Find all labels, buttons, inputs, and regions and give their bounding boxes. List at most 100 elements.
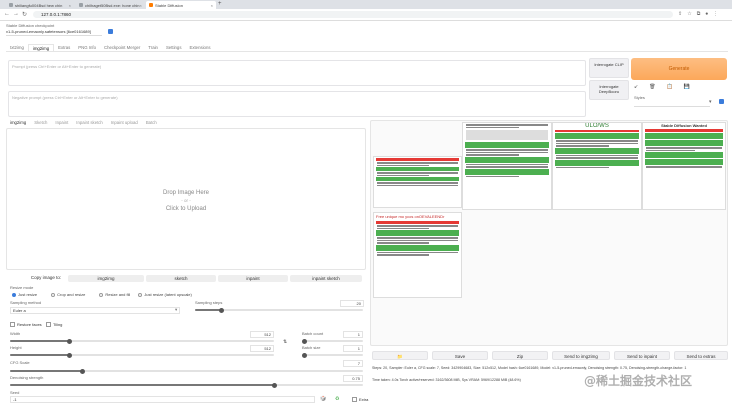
swap-dimensions-icon[interactable]: ⇅	[283, 339, 287, 345]
resize-option[interactable]: Resize and fill	[99, 292, 130, 297]
denoise-slider[interactable]	[10, 382, 363, 388]
gallery-thumbnail[interactable]: Stable Diffusion Wanted	[642, 122, 726, 210]
extensions-icon[interactable]: ⧉	[697, 11, 701, 17]
resize-option[interactable]: Just resize	[12, 292, 37, 297]
gallery-thumbnail[interactable]	[373, 156, 462, 208]
zip-button[interactable]: Zip	[492, 351, 548, 360]
sampling-method-select[interactable]: Euler a	[10, 307, 180, 314]
gallery-thumbnail[interactable]: ULO/WS	[552, 122, 642, 210]
batch-count-input[interactable]: 1	[343, 331, 363, 338]
trash-icon[interactable]: 🗑	[649, 84, 655, 90]
tab-png-info[interactable]: PNG Info	[74, 44, 100, 51]
send-to-inpaint-button[interactable]: Send to inpaint	[614, 351, 670, 360]
extra-checkbox[interactable]: Extra	[352, 397, 368, 402]
slider-knob[interactable]	[67, 352, 72, 358]
thumb-bar	[645, 133, 723, 139]
height-slider[interactable]	[10, 352, 274, 358]
tab-txt2img[interactable]: txt2img	[6, 44, 28, 51]
slider-knob[interactable]	[272, 382, 277, 388]
new-tab-button[interactable]: +	[218, 1, 222, 7]
drop-text: Drop Image Here	[162, 190, 210, 196]
generate-button[interactable]: Generate	[631, 58, 727, 80]
slider-knob[interactable]	[80, 368, 85, 374]
interrogate-clip-button[interactable]: Interrogate CLIP	[589, 58, 629, 78]
width-input[interactable]: 512	[250, 331, 274, 338]
chevron-down-icon[interactable]: ▾	[709, 99, 712, 105]
url-field[interactable]: 127.0.0.1:7860	[33, 11, 673, 18]
slider-knob[interactable]	[302, 338, 307, 344]
resize-option[interactable]: Just resize (latent upscale)	[138, 292, 192, 297]
tab-extras[interactable]: Extras	[54, 44, 74, 51]
batch-size-slider[interactable]	[302, 352, 363, 358]
gallery-thumbnail[interactable]	[462, 122, 552, 210]
negative-prompt-input[interactable]: Negative prompt (press Ctrl+Enter or Alt…	[8, 91, 586, 117]
copy-to-inpaint-button[interactable]: inpaint	[218, 275, 288, 282]
height-input[interactable]: 512	[250, 345, 274, 352]
dice-icon[interactable]: 🎲	[320, 396, 326, 402]
checkbox-box	[46, 322, 51, 327]
sampling-steps-input[interactable]: 20	[340, 300, 364, 307]
back-icon[interactable]: ←	[4, 11, 10, 17]
width-slider[interactable]	[10, 338, 274, 344]
browser-tab-active[interactable]: Stable Diffusion ×	[146, 1, 216, 9]
close-icon[interactable]: ×	[139, 3, 141, 8]
refresh-styles-icon[interactable]	[719, 99, 724, 104]
subtab-inpaint-upload[interactable]: Inpaint upload	[107, 120, 142, 125]
refresh-checkpoint-icon[interactable]	[108, 29, 113, 34]
recycle-icon[interactable]: ♻	[335, 396, 339, 402]
browser-tab[interactable]: shiliangfu004Bsd hew chin ×	[6, 1, 74, 9]
slider-knob[interactable]	[219, 307, 224, 313]
sampling-steps-slider[interactable]	[195, 307, 363, 313]
open-folder-button[interactable]: 📁	[372, 351, 428, 360]
batch-count-slider[interactable]	[302, 338, 363, 344]
profile-icon[interactable]: ●	[705, 11, 708, 17]
subtab-inpaint[interactable]: Inpaint	[51, 120, 72, 125]
cfg-input[interactable]: 7	[343, 360, 363, 367]
clipboard-icon[interactable]: 📋	[667, 84, 673, 90]
subtab-batch[interactable]: Batch	[142, 120, 161, 125]
reload-icon[interactable]: ↻	[22, 11, 27, 18]
tab-train[interactable]: Train	[144, 44, 162, 51]
send-to-extras-button[interactable]: Send to extras	[674, 351, 728, 360]
save-style-icon[interactable]: 💾	[684, 84, 690, 90]
restore-faces-checkbox[interactable]: Restore faces	[10, 322, 42, 327]
copy-to-sketch-button[interactable]: sketch	[146, 275, 216, 282]
subtab-sketch[interactable]: Sketch	[30, 120, 51, 125]
copy-to-inpaint-sketch-button[interactable]: inpaint sketch	[290, 275, 362, 282]
styles-select[interactable]	[634, 101, 710, 107]
star-icon[interactable]: ☆	[687, 11, 691, 17]
slider-fill	[195, 309, 221, 311]
subtab-img2img[interactable]: img2img	[6, 120, 30, 125]
share-icon[interactable]: ⇪	[678, 11, 682, 17]
subtab-inpaint-sketch[interactable]: Inpaint sketch	[72, 120, 107, 125]
sampling-method-label: Sampling method	[10, 300, 42, 305]
checkpoint-select[interactable]: v1-5-pruned-emaonly.safetensors [6ce0161…	[6, 29, 102, 36]
close-icon[interactable]: ×	[69, 3, 71, 8]
thumb-line	[646, 149, 696, 151]
save-button[interactable]: Save	[432, 351, 488, 360]
menu-icon[interactable]: ⋮	[713, 11, 718, 17]
forward-icon[interactable]: →	[13, 11, 19, 17]
or-text: - or -	[181, 198, 191, 203]
batch-size-input[interactable]: 1	[343, 345, 363, 352]
send-to-img2img-button[interactable]: Send to img2img	[552, 351, 610, 360]
gallery-thumbnail[interactable]: Free unique mo ycos onOEVALEENDr	[373, 212, 462, 298]
copy-to-img2img-button[interactable]: img2img	[68, 275, 144, 282]
tiling-checkbox[interactable]: Tiling	[46, 322, 62, 327]
thumb-image	[466, 130, 548, 140]
denoise-label: Denoising strength	[10, 375, 44, 380]
denoise-input[interactable]: 0.75	[343, 375, 363, 382]
resize-option[interactable]: Crop and resize	[51, 292, 85, 297]
prompt-input[interactable]: Prompt (press Ctrl+Enter or Alt+Enter to…	[8, 60, 586, 86]
seed-input[interactable]: -1	[10, 396, 315, 403]
paste-params-icon[interactable]: ↙	[634, 84, 638, 90]
slider-knob[interactable]	[302, 352, 307, 358]
tab-settings[interactable]: Settings	[162, 44, 186, 51]
slider-knob[interactable]	[67, 338, 72, 344]
browser-tab[interactable]: chilhaget50Bsd.exe: hone chin ×	[76, 1, 144, 9]
tab-extensions[interactable]: Extensions	[185, 44, 214, 51]
close-icon[interactable]: ×	[211, 3, 213, 8]
tab-checkpoint-merger[interactable]: Checkpoint Merger	[100, 44, 144, 51]
interrogate-deepbooru-button[interactable]: Interrogate DeepBooru	[589, 80, 629, 100]
cfg-slider[interactable]	[10, 368, 363, 374]
